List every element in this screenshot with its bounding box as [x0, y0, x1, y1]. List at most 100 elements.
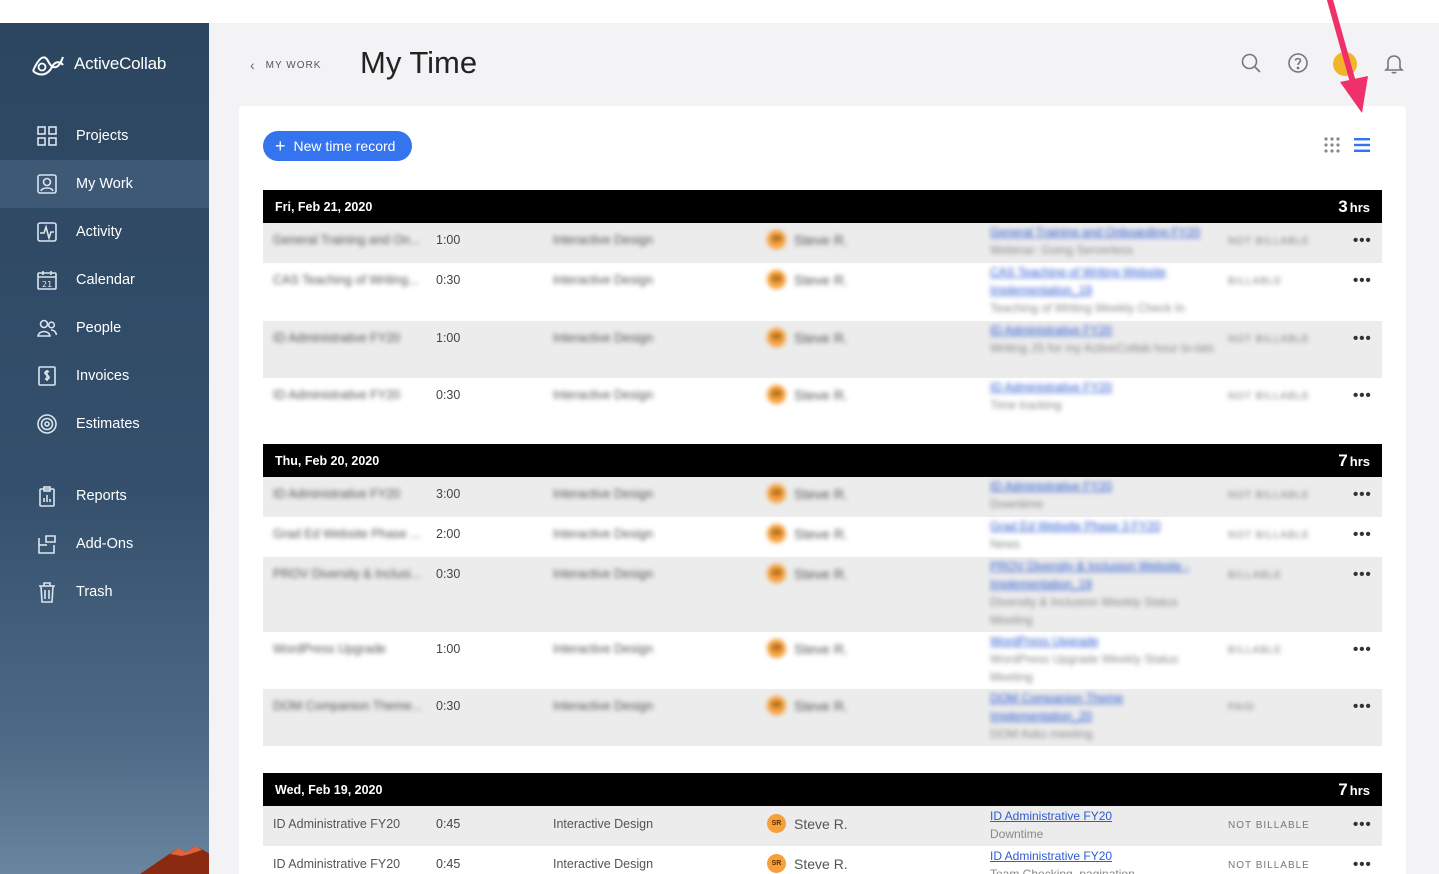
task-link[interactable]: PROV Diversity & Inclusion Website - Imp…	[990, 557, 1215, 593]
project-name[interactable]: CAS Teaching of Writing...	[273, 273, 423, 287]
sidebar-item-add-ons[interactable]: Add-Ons	[0, 520, 209, 568]
pulse-icon	[36, 221, 58, 243]
user-name: Steve R.	[794, 640, 848, 657]
billing-status: NOT BILLABLE	[1228, 820, 1310, 831]
more-options-icon[interactable]: •••	[1353, 526, 1372, 543]
activecollab-logo-icon	[32, 56, 64, 76]
user-name: Steve R.	[794, 697, 848, 714]
table-row[interactable]: CAS Teaching of Writing... 0:30 Interactiv…	[263, 263, 1382, 321]
project-name[interactable]: DOM Companion Theme...	[273, 699, 423, 713]
user-avatar-badge: SR	[767, 696, 786, 715]
more-options-icon[interactable]: •••	[1353, 232, 1372, 249]
table-row[interactable]: ID Administrative FY20 0:45 Interactive De…	[263, 806, 1382, 846]
day-total-unit: hrs	[1349, 453, 1370, 469]
help-icon[interactable]	[1287, 52, 1309, 74]
billing-status: PAID	[1228, 702, 1255, 713]
more-options-icon[interactable]: •••	[1353, 387, 1372, 404]
breadcrumb[interactable]: ‹ MY WORK	[250, 57, 321, 73]
duration: 0:45	[436, 857, 461, 871]
project-name[interactable]: ID Administrative FY20	[273, 388, 423, 402]
chevron-left-icon: ‹	[250, 57, 256, 73]
bell-icon[interactable]	[1383, 52, 1405, 74]
new-time-record-button[interactable]: + New time record	[263, 131, 413, 161]
sidebar-item-estimates[interactable]: Estimates	[0, 400, 209, 448]
brand-logo[interactable]: ActiveCollab	[30, 49, 166, 79]
user-card-icon	[36, 173, 58, 195]
breadcrumb-label: MY WORK	[265, 59, 322, 71]
duration: 1:00	[436, 331, 461, 345]
project-name[interactable]: ID Administrative FY20	[273, 331, 423, 345]
task-note: Downtime	[990, 497, 1044, 511]
sidebar-item-label: Calendar	[76, 272, 135, 288]
task-link[interactable]: ID Administrative FY20	[990, 321, 1215, 339]
project-name[interactable]: WordPress Upgrade	[273, 642, 423, 656]
sidebar-item-invoices[interactable]: Invoices	[0, 352, 209, 400]
more-options-icon[interactable]: •••	[1353, 856, 1372, 873]
task-link[interactable]: General Training and Onboarding FY20	[990, 223, 1215, 241]
sidebar-item-people[interactable]: People	[0, 304, 209, 352]
task-cell: ID Administrative FY20 Downtime	[990, 807, 1215, 843]
user-name: Steve R.	[794, 386, 848, 403]
task-link[interactable]: Grad Ed Website Phase 3 FY20	[990, 517, 1215, 535]
table-row[interactable]: WordPress Upgrade 1:00 Interactive Design S…	[263, 632, 1382, 689]
user-name: Steve R.	[794, 815, 848, 832]
day-group: Wed, Feb 19, 2020 7 hrs ID Administrative F…	[263, 773, 1382, 874]
sidebar-item-trash[interactable]: Trash	[0, 568, 209, 616]
annotation-arrow	[1327, 0, 1368, 113]
search-icon[interactable]	[1240, 52, 1262, 74]
more-options-icon[interactable]: •••	[1353, 816, 1372, 833]
table-row[interactable]: Grad Ed Website Phase ... 2:00 Interactive…	[263, 517, 1382, 557]
task-link[interactable]: ID Administrative FY20	[990, 807, 1215, 825]
task-link[interactable]: DOM Companion Theme Implementation_20	[990, 689, 1215, 725]
table-row[interactable]: ID Administrative FY20 0:30 Interactive De…	[263, 378, 1382, 435]
task-note: Webinar: Going Serverless	[990, 243, 1134, 257]
table-row[interactable]: General Training and On... 1:00 Interactiv…	[263, 223, 1382, 263]
sidebar-item-label: People	[76, 320, 122, 336]
billing-status: BILLABLE	[1228, 645, 1283, 656]
user-cell: SR Steve R.	[767, 524, 848, 543]
day-total-unit: hrs	[1349, 782, 1370, 798]
sidebar-item-reports[interactable]: Reports	[0, 472, 209, 520]
user-cell: SR Steve R.	[767, 696, 848, 715]
task-note: Time tracking	[990, 398, 1062, 412]
sidebar-item-calendar[interactable]: 21 Calendar	[0, 256, 209, 304]
more-options-icon[interactable]: •••	[1353, 486, 1372, 503]
task-link[interactable]: ID Administrative FY20	[990, 477, 1215, 495]
project-name[interactable]: Grad Ed Website Phase ...	[273, 527, 423, 541]
project-name[interactable]: ID Administrative FY20	[273, 817, 423, 831]
project-name[interactable]: ID Administrative FY20	[273, 857, 423, 871]
user-avatar-badge: SR	[767, 814, 786, 833]
task-cell: WordPress Upgrade WordPress Upgrade Weekl…	[990, 632, 1215, 686]
task-link[interactable]: ID Administrative FY20	[990, 378, 1215, 396]
sidebar-item-activity[interactable]: Activity	[0, 208, 209, 256]
user-avatar-badge: SR	[767, 328, 786, 347]
task-link[interactable]: WordPress Upgrade	[990, 632, 1215, 650]
more-options-icon[interactable]: •••	[1353, 698, 1372, 715]
table-row[interactable]: ID Administrative FY20 1:00 Interactive De…	[263, 321, 1382, 378]
user-cell: SR Steve R.	[767, 484, 848, 503]
task-cell: DOM Companion Theme Implementation_20 DOM…	[990, 689, 1215, 743]
sidebar-item-my-work[interactable]: My Work	[0, 160, 209, 208]
sidebar-item-label: Reports	[76, 488, 127, 504]
duration: 3:00	[436, 487, 461, 501]
grid-icon	[36, 125, 58, 147]
sidebar-item-projects[interactable]: Projects	[0, 112, 209, 160]
list-view-icon[interactable]	[1353, 136, 1371, 154]
task-link[interactable]: CAS Teaching of Writing Website Implemen…	[990, 263, 1215, 299]
user-avatar-badge: SR	[767, 854, 786, 873]
table-row[interactable]: ID Administrative FY20 3:00 Interactive De…	[263, 477, 1382, 517]
project-name[interactable]: ID Administrative FY20	[273, 487, 423, 501]
more-options-icon[interactable]: •••	[1353, 641, 1372, 658]
table-row[interactable]: ID Administrative FY20 0:45 Interactive De…	[263, 846, 1382, 874]
table-row[interactable]: DOM Companion Theme... 0:30 Interactive De…	[263, 689, 1382, 746]
more-options-icon[interactable]: •••	[1353, 566, 1372, 583]
task-cell: ID Administrative FY20 Writing JS for my …	[990, 321, 1215, 357]
task-link[interactable]: ID Administrative FY20	[990, 847, 1215, 865]
project-name[interactable]: General Training and On...	[273, 233, 423, 247]
grid-view-icon[interactable]	[1323, 136, 1341, 154]
billing-status: NOT BILLABLE	[1228, 334, 1310, 345]
more-options-icon[interactable]: •••	[1353, 330, 1372, 347]
table-row[interactable]: PROV Diversity & Inclusi... 0:30 Interacti…	[263, 557, 1382, 632]
project-name[interactable]: PROV Diversity & Inclusi...	[273, 567, 423, 581]
more-options-icon[interactable]: •••	[1353, 272, 1372, 289]
